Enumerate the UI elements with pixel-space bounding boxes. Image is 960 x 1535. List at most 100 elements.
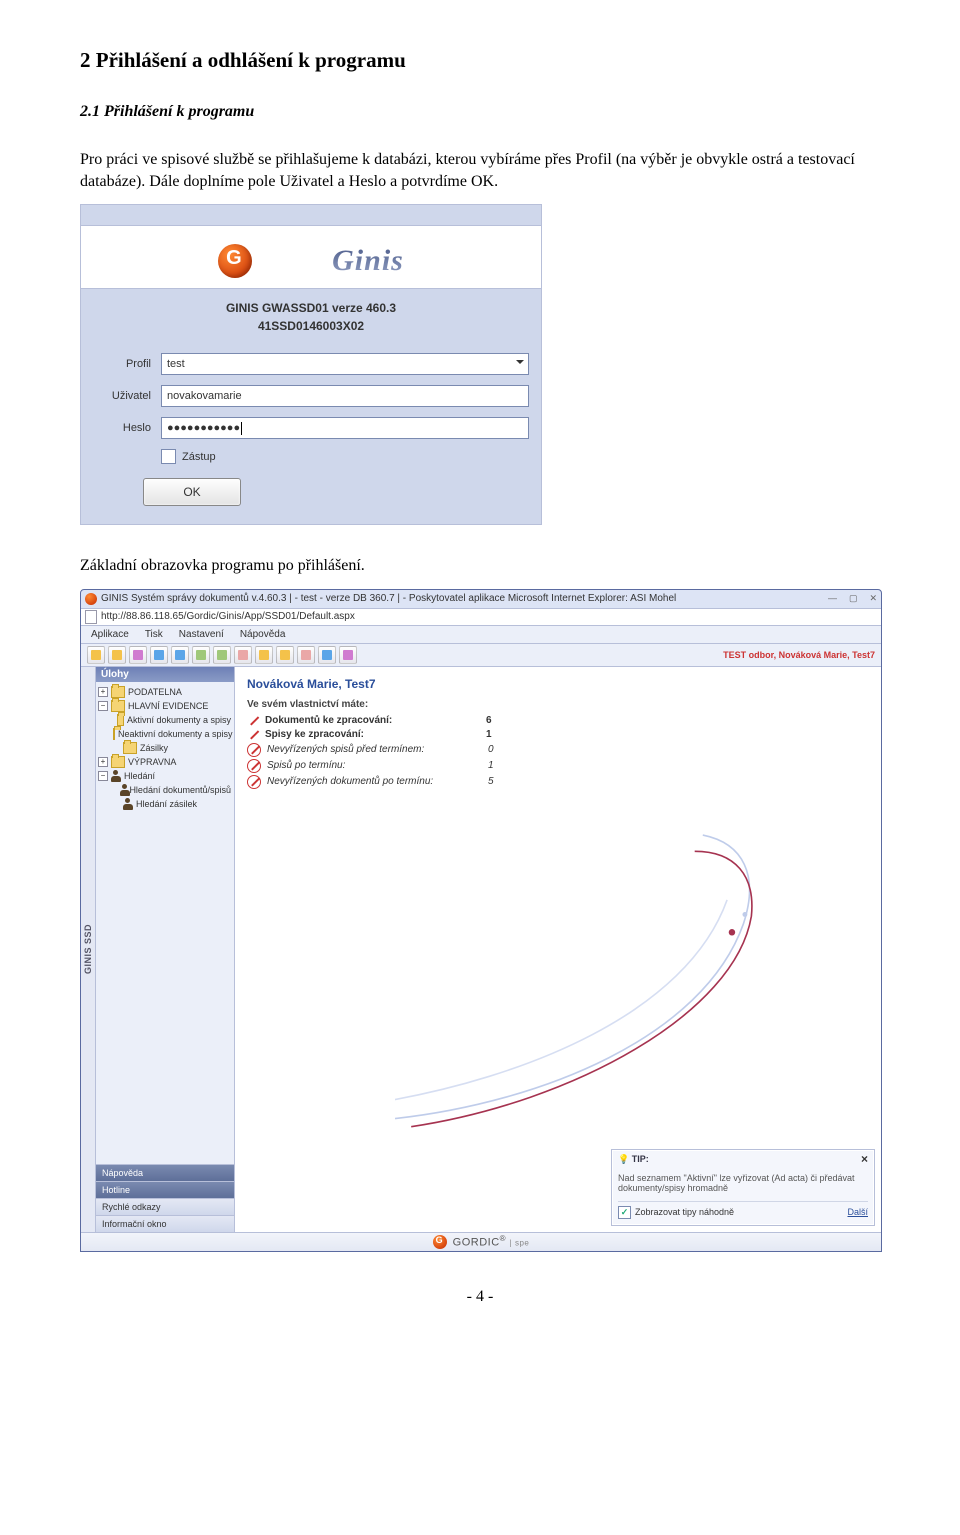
gordic-g-icon	[218, 244, 252, 278]
tree-expander[interactable]: +	[98, 757, 108, 767]
tree-expander[interactable]: −	[98, 771, 108, 781]
side-tab-label: GINIS SSD	[83, 924, 93, 974]
stat-value: 6	[486, 715, 492, 726]
tip-heading: TIP:	[632, 1154, 649, 1164]
zastup-label: Zástup	[182, 451, 216, 463]
toolbar-icon[interactable]	[213, 646, 231, 664]
tree-row[interactable]: Neaktivní dokumenty a spisy	[98, 727, 232, 741]
no-icon	[247, 715, 259, 727]
login-logo-row: Ginis	[81, 226, 541, 289]
stat-row: Dokumentů ke zpracování: 6	[247, 714, 869, 728]
toolbar-icon[interactable]	[192, 646, 210, 664]
tip-checkbox-label: Zobrazovat tipy náhodně	[635, 1207, 734, 1217]
menu-nastaveni[interactable]: Nastavení	[179, 629, 224, 640]
tree-row[interactable]: − Hledání	[98, 769, 232, 783]
stat-row: Spisů po termínu: 1	[247, 758, 869, 774]
tree-label: PODATELNA	[128, 687, 182, 697]
profil-select[interactable]: test	[161, 353, 529, 375]
stat-row: Nevyřízených dokumentů po termínu:5	[247, 774, 869, 790]
zastup-checkbox[interactable]	[161, 449, 176, 464]
window-buttons[interactable]: — ▢ ✕	[828, 593, 877, 604]
toolbar-icon[interactable]	[318, 646, 336, 664]
folder-icon	[123, 742, 137, 754]
tree-row[interactable]: + PODATELNA	[98, 685, 232, 699]
login-dialog-screenshot: Ginis GINIS GWASSD01 verze 460.3 41SSD01…	[80, 204, 542, 525]
tip-next-link[interactable]: Další	[847, 1207, 868, 1217]
toolbar-icon[interactable]	[108, 646, 126, 664]
heslo-label: Heslo	[93, 422, 161, 434]
status-suffix: spe	[515, 1239, 529, 1248]
heslo-input[interactable]: ●●●●●●●●●●●	[161, 417, 529, 439]
maximize-icon[interactable]: ▢	[849, 593, 858, 604]
tree-expander[interactable]: −	[98, 701, 108, 711]
stat-value: 1	[486, 729, 492, 740]
page-number: - 4 -	[80, 1288, 880, 1306]
menu-napoveda[interactable]: Nápověda	[240, 629, 286, 640]
toolbar-icon[interactable]	[171, 646, 189, 664]
minimize-icon[interactable]: —	[828, 593, 837, 604]
folder-icon	[111, 686, 125, 698]
bottom-tab-rychle-odkazy[interactable]: Rychlé odkazy	[96, 1198, 234, 1215]
toolbar-icons	[87, 646, 357, 664]
heslo-value: ●●●●●●●●●●●	[167, 422, 240, 434]
toolbar-icon[interactable]	[234, 646, 252, 664]
bottom-tab-napoveda[interactable]: Nápověda	[96, 1164, 234, 1181]
login-title-line2: 41SSD0146003X02	[81, 317, 541, 335]
ok-button[interactable]: OK	[143, 478, 241, 506]
tree-row[interactable]: Hledání dokumentů/spisů	[98, 783, 232, 797]
tree-row[interactable]: Zásilky	[98, 741, 232, 755]
stat-label: Dokumentů ke zpracování:	[265, 715, 480, 726]
tip-close-button[interactable]: ×	[861, 1154, 868, 1164]
ginis-logo: Ginis	[332, 244, 404, 278]
tree-label: Neaktivní dokumenty a spisy	[118, 729, 233, 739]
stat-row: Spisy ke zpracování:1	[247, 728, 869, 742]
uzivatel-input[interactable]: novakovamarie	[161, 385, 529, 407]
intro-paragraph: Pro práci ve spisové službě se přihlašuj…	[80, 149, 880, 192]
status-bar: GORDIC® | spe	[81, 1232, 881, 1251]
tree-row[interactable]: Aktivní dokumenty a spisy	[98, 713, 232, 727]
menubar: Aplikace Tisk Nastavení Nápověda	[81, 626, 881, 644]
tree-label: Hledání	[124, 771, 155, 781]
profil-label: Profil	[93, 358, 161, 370]
close-icon[interactable]: ✕	[869, 593, 877, 604]
uzivatel-value: novakovamarie	[167, 390, 242, 402]
menu-aplikace[interactable]: Aplikace	[91, 629, 129, 640]
folder-icon	[111, 700, 125, 712]
main-window-screenshot: GINIS Systém správy dokumentů v.4.60.3 |…	[80, 589, 882, 1252]
stat-label: Nevyřízených dokumentů po termínu:	[267, 776, 482, 787]
tree-row[interactable]: Hledání zásilek	[98, 797, 232, 811]
toolbar-icon[interactable]	[150, 646, 168, 664]
address-text: http://88.86.118.65/Gordic/Ginis/App/SSD…	[101, 611, 355, 622]
folder-icon	[117, 714, 124, 726]
person-icon	[123, 798, 133, 810]
menu-tisk[interactable]: Tisk	[145, 629, 163, 640]
page-icon	[85, 610, 97, 624]
ownership-header: Ve svém vlastnictví máte:	[247, 699, 869, 710]
section-title: 2 Přihlášení a odhlášení k programu	[80, 48, 880, 73]
stat-value: 0	[488, 744, 494, 755]
tip-random-checkbox[interactable]: ✓	[618, 1206, 631, 1219]
tree-row[interactable]: − HLAVNÍ EVIDENCE	[98, 699, 232, 713]
tree-label: Hledání dokumentů/spisů	[129, 785, 231, 795]
toolbar-icon[interactable]	[129, 646, 147, 664]
toolbar-icon[interactable]	[276, 646, 294, 664]
toolbar-icon[interactable]	[297, 646, 315, 664]
warning-icon	[247, 759, 261, 773]
stat-label: Nevyřízených spisů před termínem:	[267, 744, 482, 755]
stat-label: Spisů po termínu:	[267, 760, 482, 771]
tree-label: HLAVNÍ EVIDENCE	[128, 701, 208, 711]
toolbar-icon[interactable]	[255, 646, 273, 664]
stat-row: Nevyřízených spisů před termínem: 0	[247, 742, 869, 758]
stat-value: 1	[488, 760, 494, 771]
tip-popup: 💡 TIP: × Nad seznamem "Aktivní" lze vyři…	[611, 1149, 875, 1226]
side-tab[interactable]: GINIS SSD	[81, 667, 96, 1232]
bottom-tab-informacni-okno[interactable]: Informační okno	[96, 1215, 234, 1232]
person-icon	[111, 770, 121, 782]
tree-expander[interactable]: +	[98, 687, 108, 697]
toolbar-icon[interactable]	[87, 646, 105, 664]
bottom-tab-hotline[interactable]: Hotline	[96, 1181, 234, 1198]
folder-icon	[113, 728, 115, 740]
toolbar-icon[interactable]	[339, 646, 357, 664]
decorative-swoosh	[395, 827, 881, 1135]
tree-row[interactable]: +VÝPRAVNA	[98, 755, 232, 769]
